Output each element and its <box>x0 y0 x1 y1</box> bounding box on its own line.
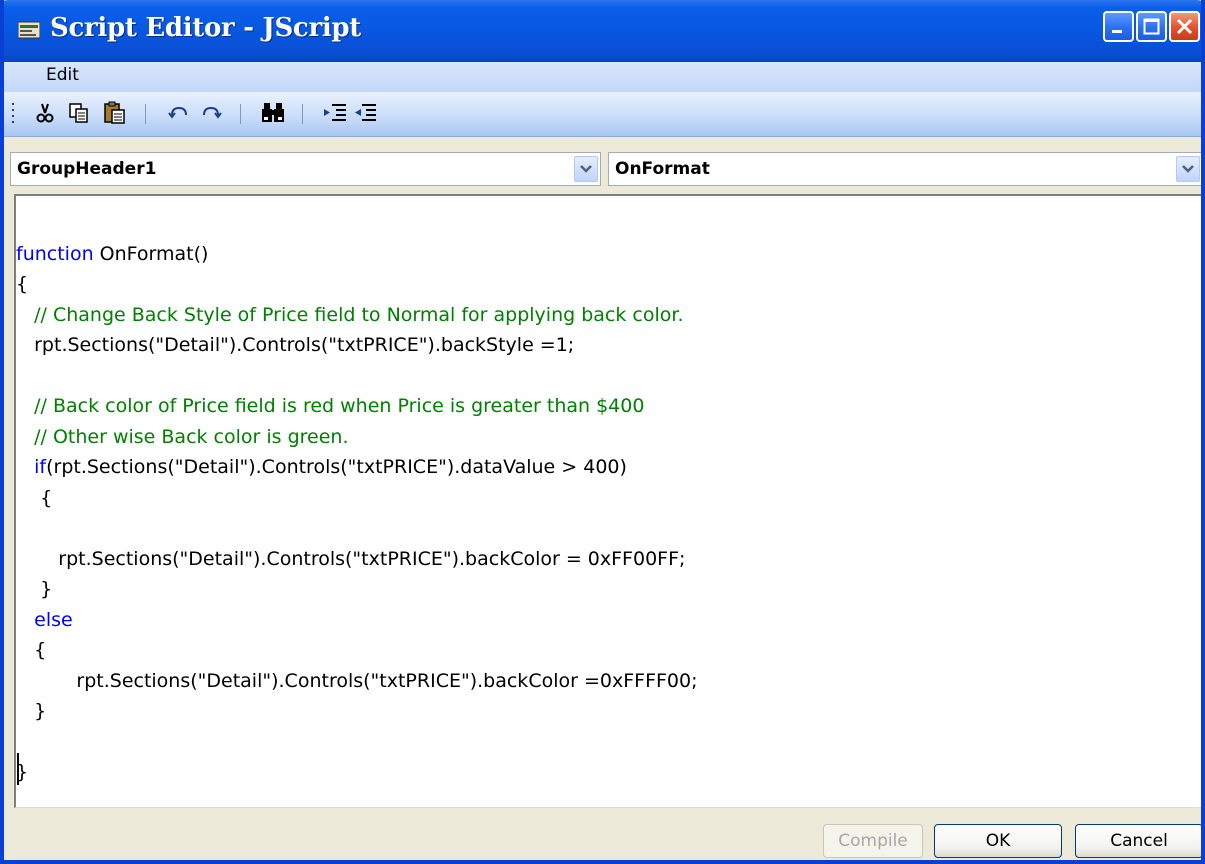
code-line[interactable]: if(rpt.Sections("Detail").Controls("txtP… <box>16 456 627 484</box>
code-line[interactable]: rpt.Sections("Detail").Controls("txtPRIC… <box>16 670 697 698</box>
binoculars-icon <box>262 103 284 122</box>
maximize-button[interactable] <box>1136 11 1167 42</box>
code-line[interactable]: rpt.Sections("Detail").Controls("txtPRIC… <box>16 334 574 362</box>
redo-button[interactable] <box>198 100 224 126</box>
close-icon <box>1176 18 1193 35</box>
window-title: Script Editor - JScript <box>50 13 362 43</box>
code-editor[interactable]: function OnFormat(){ // Change Back Styl… <box>14 194 1201 808</box>
title-bar[interactable]: Script Editor - JScript <box>4 0 1201 62</box>
event-dropdown-arrow[interactable] <box>1176 156 1200 182</box>
code-line[interactable]: // Change Back Style of Price field to N… <box>16 304 683 332</box>
outdent-icon <box>355 104 376 121</box>
script-editor-app-icon <box>17 20 41 40</box>
code-line[interactable]: { <box>16 487 52 515</box>
cut-button[interactable] <box>32 100 58 126</box>
ok-button[interactable]: OK <box>934 824 1062 858</box>
toolbar-separator <box>302 104 303 124</box>
toolbar <box>4 92 1201 137</box>
code-line[interactable]: // Back color of Price field is red when… <box>16 395 644 423</box>
maximize-icon <box>1143 18 1160 35</box>
outdent-button[interactable] <box>352 100 378 126</box>
event-dropdown[interactable]: OnFormat <box>608 152 1201 186</box>
event-dropdown-value: OnFormat <box>615 159 710 179</box>
toolbar-separator <box>145 104 146 124</box>
object-dropdown-value: GroupHeader1 <box>17 159 157 179</box>
toolbar-grip-icon[interactable] <box>11 102 15 126</box>
paste-button[interactable] <box>102 100 128 126</box>
cancel-button[interactable]: Cancel <box>1075 824 1201 858</box>
close-button[interactable] <box>1169 11 1200 42</box>
copy-icon <box>69 103 88 123</box>
menu-bar: Edit <box>4 62 1201 92</box>
compile-button[interactable]: Compile <box>823 824 923 858</box>
minimize-button[interactable] <box>1103 11 1134 42</box>
redo-icon <box>203 106 222 119</box>
chevron-down-icon <box>1182 165 1194 173</box>
object-dropdown[interactable]: GroupHeader1 <box>10 152 601 186</box>
minimize-icon <box>1112 30 1122 33</box>
indent-icon <box>324 104 346 121</box>
scissors-icon <box>36 103 54 123</box>
code-line[interactable]: rpt.Sections("Detail").Controls("txtPRIC… <box>16 548 685 576</box>
find-button[interactable] <box>260 100 286 126</box>
script-editor-window: Script Editor - JScript Edit GroupHeader… <box>0 0 1205 864</box>
code-line[interactable]: { <box>16 273 28 301</box>
menu-edit[interactable]: Edit <box>46 65 79 85</box>
code-line[interactable]: // Other wise Back color is green. <box>16 426 348 454</box>
text-caret <box>17 753 19 785</box>
code-line[interactable]: else <box>16 609 73 637</box>
code-line[interactable]: { <box>16 639 46 667</box>
paste-icon <box>104 101 125 124</box>
code-line[interactable]: } <box>16 578 52 606</box>
copy-button[interactable] <box>66 100 92 126</box>
toolbar-separator <box>240 104 241 124</box>
chevron-down-icon <box>580 165 592 173</box>
indent-button[interactable] <box>322 100 348 126</box>
code-line[interactable]: function OnFormat() <box>16 243 208 271</box>
object-dropdown-arrow[interactable] <box>574 156 598 182</box>
undo-button[interactable] <box>166 100 192 126</box>
undo-icon <box>168 106 187 119</box>
code-line[interactable]: } <box>16 700 46 728</box>
